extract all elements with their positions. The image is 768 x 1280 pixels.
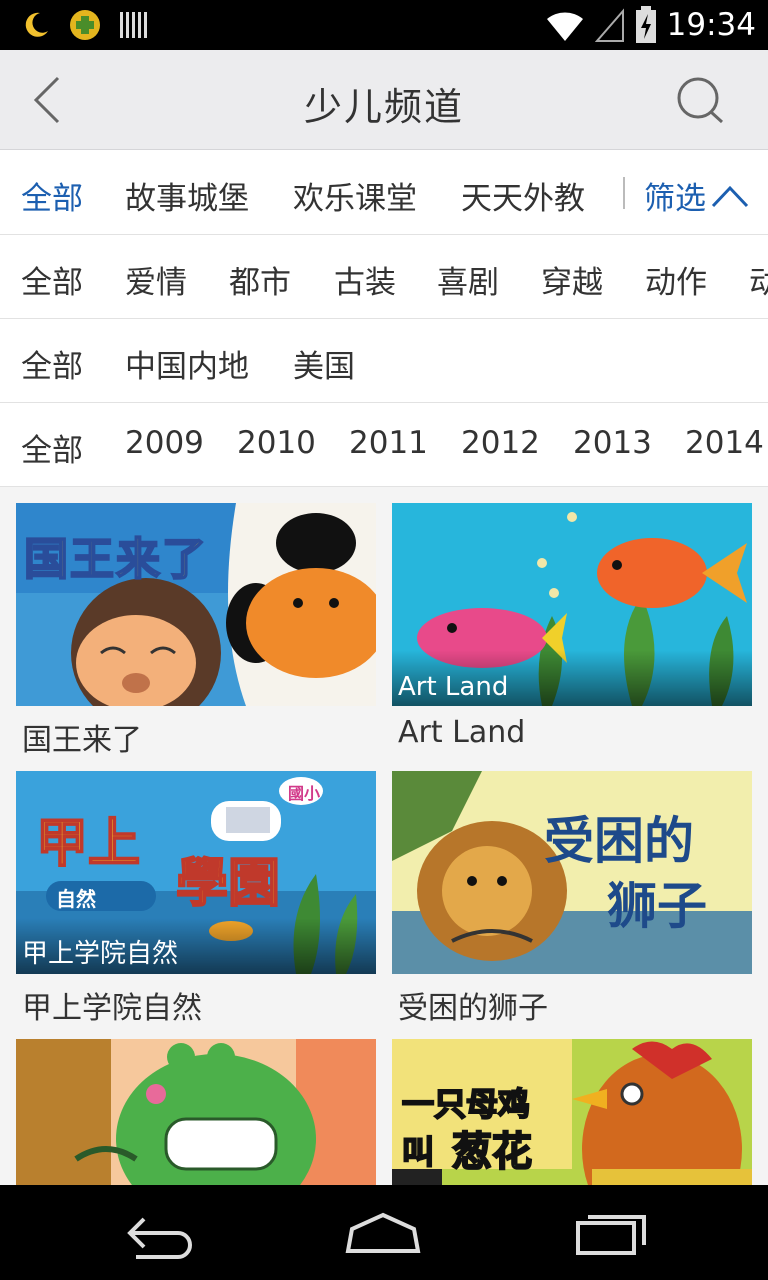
content-card[interactable]: Art Land Art Land <box>392 503 752 771</box>
card-thumbnail: Art Land <box>392 503 752 706</box>
genre-option[interactable]: 喜剧 <box>437 257 499 302</box>
year-option[interactable]: 2012 <box>461 425 540 461</box>
battery-charging-icon <box>635 6 656 43</box>
genre-option[interactable]: 动 <box>749 257 768 302</box>
year-option[interactable]: 2014 <box>685 425 764 461</box>
thumbnail-title-text: 學園 <box>175 853 281 915</box>
card-title: Art Land <box>398 715 526 750</box>
wifi-icon <box>546 12 583 41</box>
card-thumbnail: 一只母鸡 叫 葱花 <box>392 1039 752 1185</box>
thumbnail-subtitle-text: 自然 <box>56 887 96 911</box>
nav-recent-apps-button[interactable] <box>568 1205 658 1261</box>
chevron-up-icon <box>711 185 749 207</box>
filter-label: 筛选 <box>644 181 706 217</box>
year-option[interactable]: 2009 <box>125 425 204 461</box>
genre-option[interactable]: 穿越 <box>541 257 603 302</box>
year-filter-row: 全部 2009 2010 2011 2012 2013 2014 <box>0 403 768 487</box>
genre-option[interactable]: 都市 <box>229 257 291 302</box>
year-option[interactable]: 全部 <box>21 425 83 470</box>
app-cross-icon <box>70 10 100 40</box>
content-grid: 国王来了 国王来了 Art Land Art Land 甲上 學園 自然 國小 … <box>0 487 768 1185</box>
genre-option[interactable]: 古装 <box>334 257 396 302</box>
title-bar: 少儿频道 <box>0 50 768 150</box>
thumbnail-title-text: 甲上 <box>35 813 141 875</box>
thumbnail-title-text: 一只母鸡 <box>401 1084 531 1124</box>
signal-icon <box>594 8 624 42</box>
thumbnail-title-text: 狮子 <box>607 877 707 935</box>
content-card[interactable] <box>16 1039 376 1185</box>
page-title: 少儿频道 <box>303 85 464 129</box>
status-bar: 19:34 <box>0 0 768 50</box>
barcode-icon <box>120 12 147 38</box>
thumbnail-caption: Art Land <box>392 650 752 706</box>
year-option[interactable]: 2011 <box>349 425 428 461</box>
thumbnail-title-text: 受困的 <box>544 812 694 870</box>
year-option[interactable]: 2013 <box>573 425 652 461</box>
system-nav-bar <box>0 1185 768 1280</box>
content-card[interactable]: 受困的 狮子 受困的狮子 <box>392 771 752 1039</box>
thumbnail-caption-text: 甲上学院自然 <box>22 939 179 969</box>
content-card[interactable]: 国王来了 国王来了 <box>16 503 376 771</box>
tab-all[interactable]: 全部 <box>21 173 83 218</box>
card-thumbnail: 国王来了 <box>16 503 376 706</box>
search-button[interactable] <box>672 72 732 132</box>
nav-back-button[interactable] <box>116 1205 206 1261</box>
year-option[interactable]: 2010 <box>237 425 316 461</box>
category-tabs: 全部 故事城堡 欢乐课堂 天天外教 筛选 <box>0 151 768 235</box>
nav-home-button[interactable] <box>338 1205 428 1261</box>
genre-filter-row: 全部 爱情 都市 古装 喜剧 穿越 动作 动 <box>0 235 768 319</box>
tab-story-castle[interactable]: 故事城堡 <box>125 173 249 218</box>
genre-option[interactable]: 爱情 <box>125 257 187 302</box>
tab-happy-classroom[interactable]: 欢乐课堂 <box>293 173 417 218</box>
back-arrow-icon <box>127 1217 192 1259</box>
content-card[interactable]: 一只母鸡 叫 葱花 <box>392 1039 752 1185</box>
region-option[interactable]: 美国 <box>293 341 355 386</box>
region-filter-row: 全部 中国内地 美国 <box>0 319 768 403</box>
card-title: 甲上学院自然 <box>22 991 202 1026</box>
card-thumbnail <box>16 1039 376 1185</box>
thumbnail-caption-text: Art Land <box>398 672 509 702</box>
content-card[interactable]: 甲上 學園 自然 國小 甲上学院自然 甲上学院自然 <box>16 771 376 1039</box>
genre-option[interactable]: 动作 <box>645 257 707 302</box>
thumbnail-title-text: 国王来了 <box>23 533 208 586</box>
card-thumbnail: 受困的 狮子 <box>392 771 752 974</box>
region-option[interactable]: 中国内地 <box>125 341 249 386</box>
home-icon <box>345 1212 421 1253</box>
status-time: 19:34 <box>666 7 756 43</box>
filter-button[interactable]: 筛选 <box>644 173 750 218</box>
card-thumbnail: 甲上 學園 自然 國小 甲上学院自然 <box>16 771 376 974</box>
thumbnail-badge-text: 國小 <box>288 784 321 803</box>
search-icon <box>677 77 724 124</box>
tab-daily-foreign-teacher[interactable]: 天天外教 <box>461 173 585 218</box>
thumbnail-illustration <box>16 1039 376 1185</box>
card-title: 受困的狮子 <box>398 991 548 1026</box>
recent-apps-icon <box>576 1215 646 1255</box>
moon-icon <box>25 12 48 37</box>
thumbnail-caption: 甲上学院自然 <box>16 918 376 974</box>
card-title: 国王来了 <box>22 723 142 758</box>
tab-divider <box>623 177 625 209</box>
thumbnail-title-text: 叫 <box>401 1132 435 1172</box>
thumbnail-title-text: 葱花 <box>451 1128 533 1176</box>
region-option[interactable]: 全部 <box>21 341 83 386</box>
genre-option[interactable]: 全部 <box>21 257 83 302</box>
